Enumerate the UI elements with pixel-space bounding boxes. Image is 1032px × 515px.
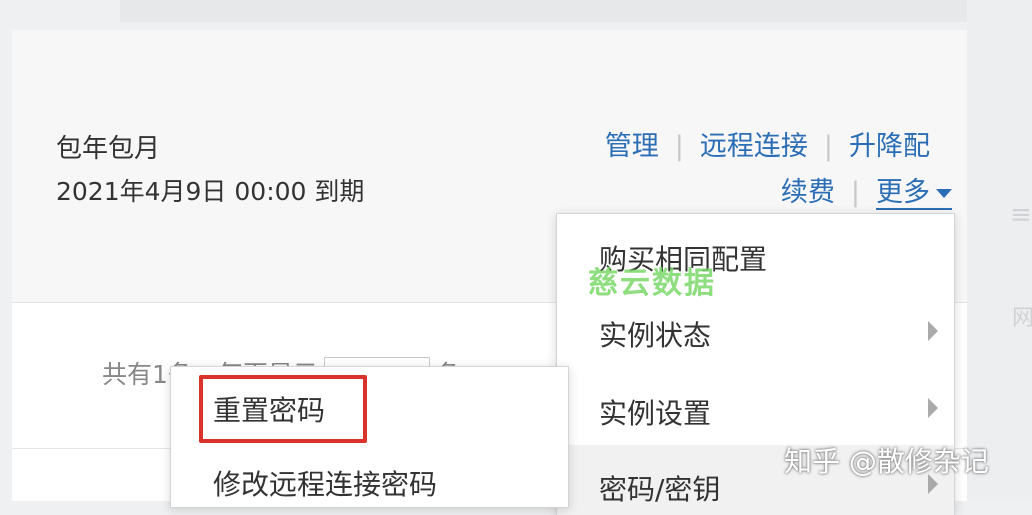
caret-down-icon [936,189,952,198]
chevron-right-icon [928,398,938,418]
password-submenu: 重置密码 修改远程连接密码 [170,366,569,508]
watermark-credit: 知乎 @散修杂记 [784,445,989,478]
background-right [967,0,1032,500]
ghost-glyph: ≡ [1010,200,1032,230]
more-dropdown[interactable]: 更多 [876,177,952,210]
menu-item-change-remote-password[interactable]: 修改远程连接密码 [213,463,437,503]
ghost-glyph: 网 [1012,306,1032,331]
separator: | [674,131,684,162]
renew-link[interactable]: 续费 [781,177,835,208]
watermark-logo: 慈云数据 [588,266,716,301]
expire-date: 2021年4月9日 00:00 到期 [56,177,365,206]
background-header [120,0,1032,22]
separator: | [823,131,833,162]
manage-link[interactable]: 管理 [605,131,659,162]
menu-item-instance-settings[interactable]: 实例设置 [599,392,711,432]
highlight-box [199,375,367,443]
action-links-row2: 续费 | 更多 [781,170,952,210]
remote-connect-link[interactable]: 远程连接 [700,131,808,162]
separator: | [850,177,860,208]
upgrade-link[interactable]: 升降配 [849,131,930,162]
menu-item-instance-status[interactable]: 实例状态 [599,314,711,354]
chevron-right-icon [928,321,938,341]
more-label: 更多 [876,177,930,208]
menu-item-password-key[interactable]: 密码/密钥 [599,468,720,508]
billing-type: 包年包月 [56,134,161,164]
action-links-row1: 管理 | 远程连接 | 升降配 [605,124,930,163]
